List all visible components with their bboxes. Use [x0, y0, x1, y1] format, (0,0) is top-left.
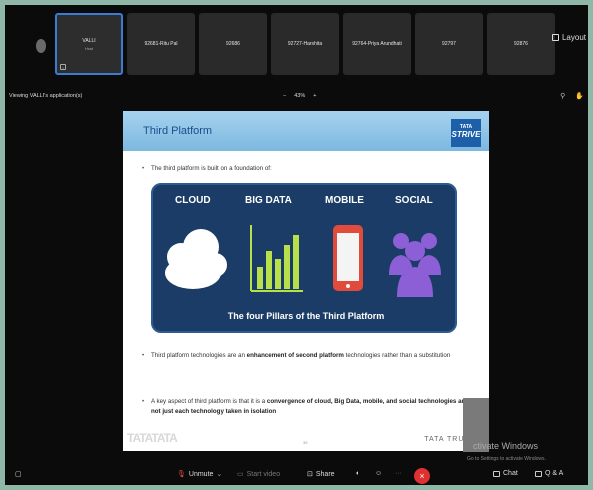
smiley-icon: ☺	[375, 470, 383, 477]
bullet-enhancement: Third platform technologies are an enhan…	[142, 351, 471, 361]
zoom-control: − 43% +	[283, 93, 316, 99]
bullet-bold-text: enhancement of second platform	[246, 352, 344, 359]
bullet-text: Third platform technologies are an	[151, 352, 247, 359]
mic-status-button[interactable]: ◖	[355, 470, 359, 477]
chevron-down-icon: ⌄	[216, 471, 223, 478]
zoom-in-button[interactable]: +	[313, 93, 316, 99]
participant-tile[interactable]: 92876	[487, 13, 555, 75]
qa-label: Q & A	[545, 470, 564, 477]
viewing-label: Viewing VALLI's application(s)	[9, 93, 83, 99]
layout-icon	[551, 34, 559, 41]
mobile-phone-icon	[333, 225, 363, 291]
participant-name: 92681-Ritu Pal	[144, 41, 178, 47]
start-video-label: Start video	[246, 470, 281, 478]
share-label: Share	[315, 470, 335, 478]
shared-slide: Third Platform TATA STRIVE The third pla…	[123, 111, 489, 451]
slide-title: Third Platform	[143, 125, 213, 137]
participant-name: 92797	[442, 41, 456, 47]
social-people-icon	[389, 233, 441, 297]
share-button[interactable]: ⊡ Share	[307, 470, 335, 479]
participant-strip: VALLI Host ○ 92681-Ritu Pal 92686 92727-…	[5, 11, 588, 77]
mouse-icon: ◖	[355, 470, 360, 477]
participant-name: 92727-Harshita	[287, 41, 323, 47]
participant-name: 92764-Priya Arundhati	[352, 41, 402, 47]
qa-icon	[535, 470, 542, 477]
cloud-icon	[165, 229, 227, 289]
bar-chart-icon	[250, 225, 303, 292]
microphone-off-icon: 🎙	[177, 471, 186, 478]
activate-windows-text: ctivate Windows	[473, 441, 539, 451]
tata-strive-logo: TATA STRIVE	[451, 119, 481, 147]
participant-name: 92876	[514, 41, 528, 47]
start-video-button[interactable]: ▭ Start video	[237, 470, 281, 479]
participant-tile[interactable]: 92797	[415, 13, 483, 75]
layout-button[interactable]: Layout	[551, 33, 586, 42]
more-button[interactable]: ···	[395, 470, 402, 477]
slide-header: Third Platform TATA STRIVE	[123, 111, 489, 151]
bullet-text: technologies rather than a substitution	[343, 352, 451, 359]
zoom-out-button[interactable]: −	[283, 93, 286, 99]
activate-windows-subtext: Go to Settings to activate Windows.	[467, 456, 546, 462]
logo-bottom-text: STRIVE	[451, 130, 481, 139]
host-label: Host	[84, 45, 94, 51]
close-icon: ×	[419, 471, 425, 481]
captions-button[interactable]: ▢	[15, 470, 22, 478]
share-icon: ⊡	[307, 471, 313, 478]
intro-bullet: The third platform is built on a foundat…	[142, 164, 272, 174]
bullet-text: A key aspect of third platform is that i…	[151, 398, 267, 405]
participant-tile[interactable]: 92681-Ritu Pal	[127, 13, 195, 75]
page-number: 35	[303, 440, 308, 445]
pillars-caption: The four Pillars of the Third Platform	[227, 311, 385, 321]
reactions-button[interactable]: ☺	[375, 470, 382, 477]
bottom-toolbar: ▢ 🎙 Unmute ⌄ ▭ Start video ⊡ Share ◖ ☺ ·…	[5, 465, 588, 485]
unmute-label: Unmute	[188, 470, 214, 478]
video-off-icon: ▭	[237, 471, 244, 478]
viewing-bar: Viewing VALLI's application(s) − 43% + ⚲…	[5, 91, 588, 103]
hand-icon[interactable]: ✋	[575, 92, 584, 100]
tata-watermark: TATATATA	[127, 431, 178, 445]
participant-tile[interactable]: 92764-Priya Arundhati	[343, 13, 411, 75]
participant-tile-host[interactable]: VALLI Host ○	[55, 13, 123, 75]
more-icon: ···	[395, 470, 402, 477]
scroll-left-button[interactable]	[36, 39, 46, 53]
participant-tile[interactable]: 92686	[199, 13, 267, 75]
unmute-button[interactable]: 🎙 Unmute ⌄	[177, 470, 223, 479]
participant-name: VALLI	[82, 37, 96, 44]
chat-label: Chat	[503, 470, 518, 477]
meeting-window: VALLI Host ○ 92681-Ritu Pal 92686 92727-…	[5, 5, 588, 485]
participant-tile[interactable]: 92727-Harshita	[271, 13, 339, 75]
participant-name: 92686	[226, 41, 240, 47]
zoom-value: 43%	[294, 93, 306, 99]
pin-icon[interactable]: ○	[60, 64, 66, 70]
chat-icon	[493, 470, 500, 477]
pillars-graphic: CLOUD BIG DATA MOBILE SOCIAL The four Pi…	[151, 183, 457, 333]
chat-button[interactable]: Chat	[493, 470, 518, 477]
layout-label: Layout	[561, 33, 586, 42]
qa-button[interactable]: Q & A	[535, 470, 563, 477]
leave-button[interactable]: ×	[414, 468, 430, 484]
search-icon[interactable]: ⚲	[560, 92, 565, 100]
bullet-convergence: A key aspect of third platform is that i…	[142, 397, 471, 417]
chat-bubble-icon: ▢	[15, 471, 22, 478]
